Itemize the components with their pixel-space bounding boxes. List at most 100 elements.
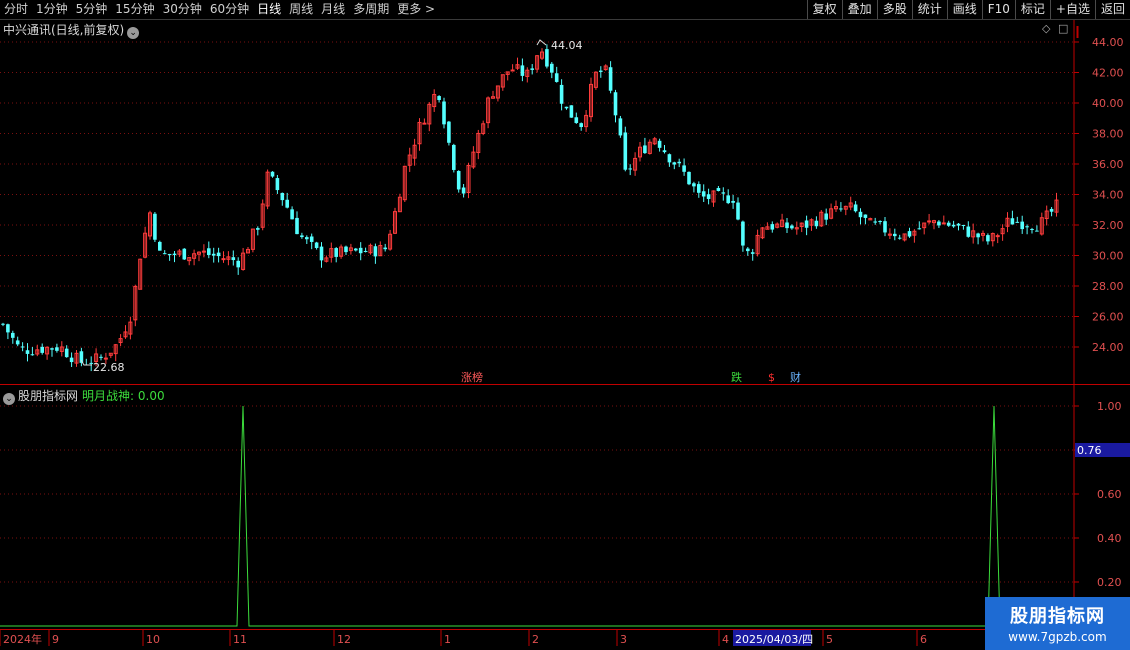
tab-5min[interactable]: 5分钟 [72,0,112,19]
candle-body-down [182,248,187,260]
date-tick-label: 1 [444,633,451,646]
candle-body-down [687,171,691,185]
date-tick-label: 2 [532,633,539,646]
indicator-value: 明月战神: 0.00 [82,389,165,403]
price-tick-label: 30.00 [1092,250,1124,263]
multi-stock-button[interactable]: 多股 [876,0,912,19]
candle-body-down [951,224,956,227]
candle-body-down [319,246,324,261]
diamond-icon[interactable]: ◇ [1042,22,1050,35]
date-tick-label: 6 [920,633,927,646]
chevron-down-icon[interactable]: ⌄ [127,27,140,39]
candle-body-up [941,222,946,225]
candle-body-down [863,214,868,218]
overlay-button[interactable]: 叠加 [841,0,877,19]
date-tick-label: 9 [52,633,59,646]
stock-name: 中兴通讯(日线,前复权) [3,23,125,37]
candle-body-down [613,92,618,116]
back-button[interactable]: 返回 [1094,0,1130,19]
candle-body-up [510,69,515,72]
indicator-tick-label: 0.20 [1097,576,1122,589]
candle-body-down [697,184,701,193]
watermark-url: www.7gpzb.com [1008,630,1107,644]
tab-15min[interactable]: 15分钟 [111,0,158,19]
marker-top-gainers[interactable]: 涨榜 [461,370,483,384]
candle-body-down [667,154,672,163]
price-tick-label: 38.00 [1092,128,1124,141]
tab-30min[interactable]: 30分钟 [159,0,206,19]
candle-body-down [554,73,559,82]
candle-body-down [750,252,755,254]
candle-body-down [643,145,647,154]
f10-button[interactable]: F10 [981,0,1015,19]
mark-button[interactable]: 标记 [1014,0,1050,19]
chevron-down-icon[interactable]: ⌄ [3,393,15,405]
candle-body-down [716,188,721,192]
candle-body-down [270,171,275,177]
tab-intraday[interactable]: 分时 [0,0,32,19]
adjust-button[interactable]: 复权 [806,0,842,19]
candle-body-down [363,250,368,252]
price-tick-label: 42.00 [1092,67,1124,80]
candle-body-down [344,246,348,253]
watermark-logo: 股朋指标网 www.7gpzb.com [985,597,1130,650]
candle-body-down [55,347,59,351]
tab-1min[interactable]: 1分钟 [32,0,72,19]
date-tick-label: 2024年 [3,632,42,646]
candle-body-down [231,257,236,261]
date-tick-label: 5 [826,633,833,646]
candle-body-up [221,258,226,261]
indicator-name[interactable]: 股朋指标网 [18,389,78,403]
marker-finance[interactable]: 财 [790,370,801,384]
candle-body-down [447,121,451,143]
draw-line-button[interactable]: 画线 [946,0,982,19]
candle-body-down [437,96,441,101]
candle-body-down [1015,221,1020,223]
candle-body-down [256,228,260,230]
tab-weekly[interactable]: 周线 [285,0,317,19]
candle-body-down [662,150,667,153]
candle-body-down [1020,221,1024,230]
tab-60min[interactable]: 60分钟 [206,0,253,19]
candle-body-down [574,117,579,123]
candle-body-down [858,211,863,218]
period-tabs: 分时 1分钟 5分钟 15分钟 30分钟 60分钟 日线 周线 月线 多周期 更… [0,0,439,19]
candle-body-down [167,253,172,256]
candle-body-down [314,242,319,248]
candle-body-down [11,332,15,338]
candle-body-down [6,324,10,333]
candle-body-down [692,183,696,187]
indicator-series-line [0,405,1001,627]
indicator-tick-label: 1.00 [1097,400,1122,413]
candle-body-down [153,213,157,240]
candle-body-down [216,252,221,257]
candle-body-down [917,228,922,230]
candle-body-down [966,226,971,237]
candle-body-down [530,68,534,70]
cursor-value: 0.76 [1077,444,1102,457]
candle-body-down [275,178,280,191]
square-icon[interactable]: □ [1058,22,1068,35]
candle-body-down [30,354,35,356]
tab-multi-period[interactable]: 多周期 [349,0,393,19]
candle-body-down [878,221,882,223]
candle-body-down [770,224,775,230]
marker-dollar[interactable]: $ [768,371,775,384]
candle-body-down [746,248,750,252]
candle-body-down [706,194,711,199]
candle-body-down [569,105,574,118]
high-annotation: 44.04 [536,39,583,52]
marker-drop[interactable]: 跌 [731,370,742,384]
tab-more[interactable]: 更多 > [393,0,439,19]
candle-body-down [158,241,162,251]
low-annotation: 22.68 [80,359,125,374]
candle-body-down [726,195,730,204]
price-tick-label: 40.00 [1092,97,1124,110]
candle-body-down [295,217,299,235]
candle-body-down [99,356,103,358]
add-favorite-button[interactable]: +自选 [1049,0,1095,19]
tab-monthly[interactable]: 月线 [317,0,349,19]
tab-daily[interactable]: 日线 [253,0,285,19]
statistics-button[interactable]: 统计 [911,0,947,19]
kline-chart[interactable]: 44.00 42.00 40.00 38.00 36.00 34.00 32.00 30.00… [0,20,1130,650]
